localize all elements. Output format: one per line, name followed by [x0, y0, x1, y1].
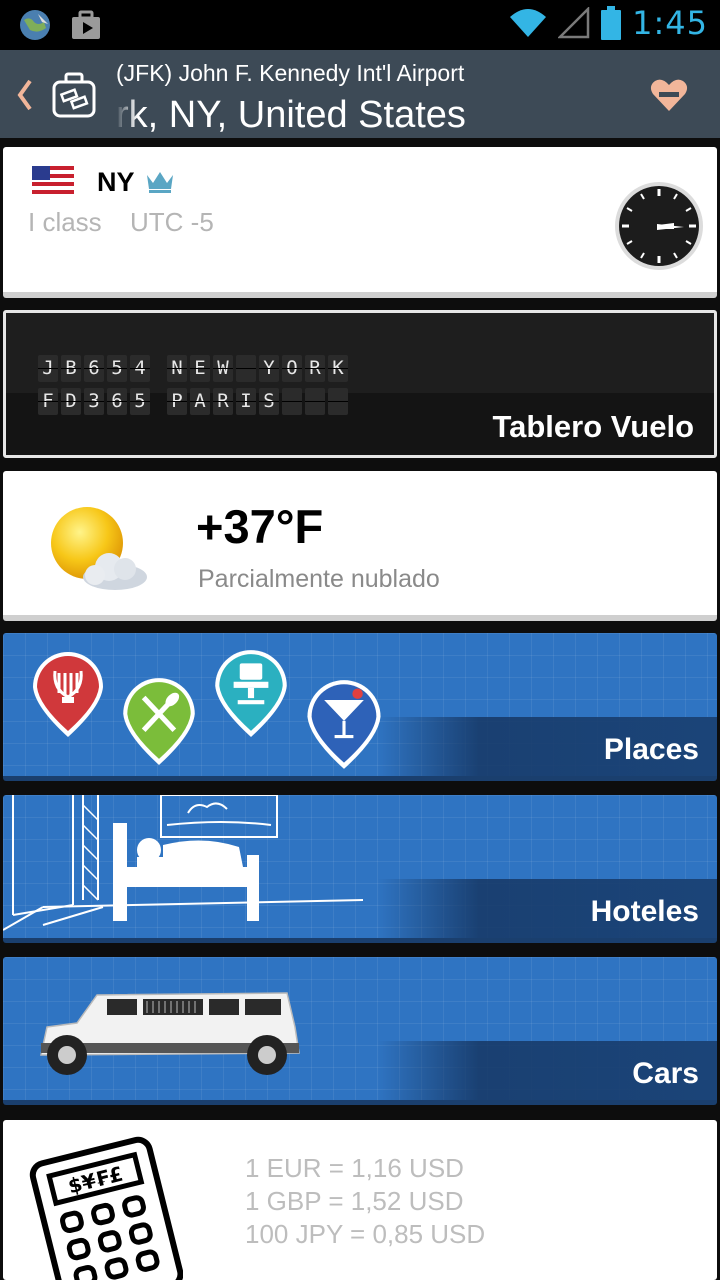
flap: I — [236, 388, 256, 415]
us-flag-icon — [32, 166, 74, 194]
currency-rate: 1 EUR = 1,16 USD — [245, 1153, 464, 1183]
restaurant-pin-icon — [123, 678, 195, 765]
media-play-icon — [72, 10, 100, 39]
location-card[interactable]: NY I class UTC -5 — [3, 147, 717, 298]
status-bar: 1:45 — [0, 0, 720, 50]
partly-cloudy-icon — [51, 507, 147, 590]
action-bar: (JFK) John F. Kennedy Int'l Airport rk, … — [0, 50, 720, 138]
flap: 6 — [84, 355, 104, 382]
clock-icon — [615, 182, 703, 270]
flight-board-rows: J B 6 5 4 N E W Y O R K F D 3 6 5 P A R … — [38, 355, 351, 421]
limousine-icon — [40, 992, 300, 1075]
flap: Y — [259, 355, 279, 382]
weather-card[interactable]: +37°F Parcialmente nublado — [3, 471, 717, 621]
flap: E — [190, 355, 210, 382]
flap — [282, 388, 302, 415]
places-label: Places — [603, 733, 699, 766]
battery-icon — [601, 6, 622, 40]
flap: W — [213, 355, 233, 382]
bed-room-icon — [3, 795, 364, 931]
board-row: F D 3 6 5 P A R I S — [38, 388, 351, 415]
crown-icon — [147, 172, 173, 193]
flap: K — [328, 355, 348, 382]
flap: R — [305, 355, 325, 382]
hotels-label: Hoteles — [590, 895, 699, 928]
flap: P — [167, 388, 187, 415]
flight-board-label: Tablero Vuelo — [492, 409, 694, 444]
currency-rate: 100 JPY = 0,85 USD — [245, 1219, 486, 1249]
back-chevron-icon[interactable] — [14, 78, 36, 112]
cars-card[interactable]: Cars — [3, 957, 717, 1105]
calculator-icon: $¥₣£ — [29, 1136, 183, 1280]
hotels-card[interactable]: Hoteles — [3, 795, 717, 943]
cocktail-pin-icon — [307, 680, 381, 769]
office-chair-pin-icon — [215, 650, 287, 737]
weather-description: Parcialmente nublado — [198, 565, 440, 593]
signal-icon — [558, 7, 590, 39]
flap: J — [38, 355, 58, 382]
flap — [236, 355, 256, 382]
lyre-pin-icon — [33, 652, 103, 737]
flap: 4 — [130, 355, 150, 382]
flap: O — [282, 355, 302, 382]
flap: A — [190, 388, 210, 415]
wifi-icon — [510, 9, 547, 37]
luggage-icon[interactable] — [52, 72, 96, 118]
flap: N — [167, 355, 187, 382]
flight-board-card[interactable]: J B 6 5 4 N E W Y O R K F D 3 6 5 P A R … — [3, 310, 717, 458]
currency-rates: 1 EUR = 1,16 USD 1 GBP = 1,52 USD 100 JP… — [245, 1152, 485, 1251]
flap: F — [38, 388, 58, 415]
flap — [305, 388, 325, 415]
flap: 5 — [107, 355, 127, 382]
class-label: I class — [28, 207, 102, 237]
app-globe-icon — [20, 10, 50, 40]
title-fade — [110, 94, 138, 138]
utc-label: UTC -5 — [130, 207, 214, 237]
flap: S — [259, 388, 279, 415]
cars-label: Cars — [632, 1057, 699, 1090]
places-card[interactable]: Places — [3, 633, 717, 781]
location-code: NY — [97, 167, 135, 197]
status-time: 1:45 — [632, 4, 708, 42]
board-row: J B 6 5 4 N E W Y O R K — [38, 355, 351, 382]
airport-name: (JFK) John F. Kennedy Int'l Airport — [116, 60, 465, 86]
flap — [328, 388, 348, 415]
flap: 5 — [130, 388, 150, 415]
flap: 3 — [84, 388, 104, 415]
city-title: rk, NY, United States — [116, 94, 466, 136]
heart-minus-icon[interactable] — [650, 78, 688, 112]
currency-card[interactable]: $¥₣£ 1 EUR = 1,16 USD 1 GBP = 1,52 USD 1… — [3, 1120, 717, 1280]
flap: D — [61, 388, 81, 415]
currency-rate: 1 GBP = 1,52 USD — [245, 1186, 464, 1216]
flap: 6 — [107, 388, 127, 415]
temperature: +37°F — [196, 500, 324, 553]
flap: R — [213, 388, 233, 415]
flap: B — [61, 355, 81, 382]
